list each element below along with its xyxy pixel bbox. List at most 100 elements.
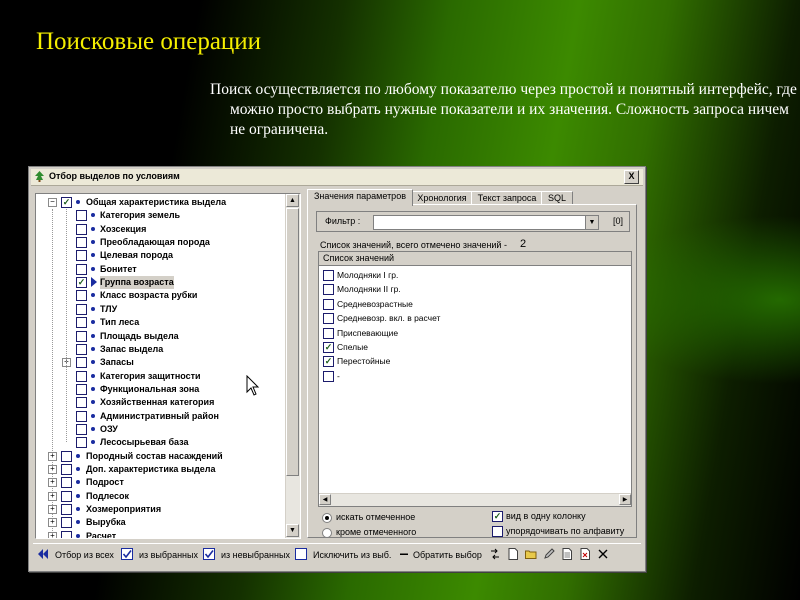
- checkbox-unchecked[interactable]: [76, 357, 87, 369]
- checkbox-checked[interactable]: ✓: [492, 511, 503, 522]
- checkbox-unchecked[interactable]: [61, 450, 72, 462]
- checkbox-unchecked[interactable]: [76, 410, 87, 422]
- checkbox-unchecked[interactable]: [76, 370, 87, 382]
- checkbox-unchecked[interactable]: [76, 317, 87, 329]
- checkbox-unchecked[interactable]: [76, 303, 87, 315]
- checkbox-unchecked[interactable]: [61, 490, 72, 502]
- checkbox-unchecked[interactable]: [76, 437, 87, 449]
- filter-combo[interactable]: ▼: [373, 215, 599, 230]
- tree-node-child[interactable]: Площадь выдела: [36, 330, 284, 343]
- tree-node-child[interactable]: Тип леса: [36, 316, 284, 329]
- checkbox-unchecked[interactable]: [61, 464, 72, 475]
- minus-icon[interactable]: [398, 548, 410, 560]
- checkbox-unchecked[interactable]: [76, 343, 87, 355]
- checkbox-unchecked[interactable]: [76, 237, 87, 249]
- checkbox-unchecked[interactable]: [76, 263, 87, 275]
- tree-node-child[interactable]: ОЗУ: [36, 423, 284, 436]
- invert-label[interactable]: Обратить выбор: [413, 550, 482, 560]
- tab-values[interactable]: Значения параметров: [307, 189, 413, 206]
- tree-node-child[interactable]: Преобладающая порода: [36, 236, 284, 249]
- checkbox-unchecked[interactable]: [76, 210, 87, 222]
- close-icon[interactable]: [597, 548, 609, 560]
- checkbox-unchecked[interactable]: [61, 517, 72, 529]
- checkbox-unchecked[interactable]: [323, 270, 334, 281]
- checkbox-unchecked[interactable]: [76, 250, 87, 262]
- exclude-label[interactable]: Исключить из выб.: [313, 550, 391, 560]
- scroll-down-icon[interactable]: ▼: [286, 524, 299, 537]
- scroll-right-icon[interactable]: ▶: [619, 494, 631, 505]
- tab-query-text[interactable]: Текст запроса: [471, 191, 543, 205]
- checkbox-unchecked[interactable]: [61, 477, 72, 489]
- new-document-icon[interactable]: [507, 548, 519, 560]
- double-arrow-left-icon[interactable]: [37, 548, 49, 560]
- list-hscrollbar[interactable]: ◀ ▶: [319, 493, 631, 506]
- scroll-left-icon[interactable]: ◀: [319, 494, 331, 505]
- chevron-down-icon[interactable]: ▼: [585, 216, 598, 229]
- delete-document-icon[interactable]: [579, 548, 591, 560]
- expand-icon[interactable]: +: [48, 518, 57, 528]
- tree-node-group[interactable]: + Вырубка: [36, 516, 284, 529]
- checkbox-unchecked[interactable]: [76, 423, 87, 435]
- collapse-icon[interactable]: −: [48, 198, 57, 207]
- checkbox-checked[interactable]: ✓: [61, 197, 72, 208]
- checkbox-unchecked[interactable]: [61, 504, 72, 516]
- tree-node-child[interactable]: Хозяйственная категория: [36, 396, 284, 409]
- tree-node-child[interactable]: ТЛУ: [36, 303, 284, 316]
- tree-node-group[interactable]: + Расчет: [36, 530, 284, 538]
- checkbox-unchecked[interactable]: [323, 313, 334, 325]
- tree-node-child[interactable]: Хозсекция: [36, 223, 284, 236]
- empty-box-icon[interactable]: [295, 548, 307, 560]
- open-folder-icon[interactable]: [525, 548, 537, 560]
- checkbox-checked[interactable]: ✓: [323, 356, 334, 368]
- window-titlebar[interactable]: Отбор выделов по условиям X: [31, 169, 643, 186]
- checkbox-checked[interactable]: ✓: [323, 342, 334, 353]
- checkbox-unchecked[interactable]: [76, 223, 87, 235]
- select-all-label[interactable]: Отбор из всех: [55, 550, 114, 560]
- tree-node-group[interactable]: + Подрост: [36, 476, 284, 489]
- swap-icon[interactable]: [489, 548, 501, 560]
- tree-node-group[interactable]: + Доп. характеристика выдела: [36, 463, 284, 476]
- checkbox-unchecked[interactable]: [323, 284, 334, 296]
- from-unselected-label[interactable]: из невыбранных: [221, 550, 290, 560]
- select-checked-icon[interactable]: [121, 548, 133, 560]
- radio-off[interactable]: [322, 528, 332, 538]
- scroll-thumb[interactable]: [286, 208, 299, 476]
- tree-node-child[interactable]: Бонитет: [36, 263, 284, 276]
- tree-node-child[interactable]: ✓ Группа возраста: [36, 276, 284, 290]
- tree-node-child[interactable]: Категория земель: [36, 209, 284, 222]
- checkbox-unchecked[interactable]: [76, 290, 87, 302]
- expand-icon[interactable]: +: [48, 451, 57, 461]
- checkbox-unchecked[interactable]: [323, 370, 334, 382]
- tree-scrollbar[interactable]: ▲ ▼: [285, 194, 300, 538]
- close-button[interactable]: X: [624, 170, 639, 184]
- tree-node-child[interactable]: Лесосырьевая база: [36, 436, 284, 449]
- radio-on[interactable]: [322, 513, 332, 523]
- scroll-up-icon[interactable]: ▲: [286, 194, 299, 207]
- tree-node-group[interactable]: + Породный состав насаждений: [36, 450, 284, 463]
- checkbox-unchecked[interactable]: [492, 526, 503, 537]
- expand-icon[interactable]: +: [48, 491, 57, 501]
- expand-icon[interactable]: +: [48, 478, 57, 488]
- tree-node-group[interactable]: + Подлесок: [36, 490, 284, 503]
- checkbox-unchecked[interactable]: [76, 383, 87, 395]
- expand-icon[interactable]: +: [48, 465, 57, 474]
- tab-chronology[interactable]: Хронология: [411, 191, 473, 205]
- tab-sql[interactable]: SQL: [541, 191, 573, 205]
- tree-node-child[interactable]: Класс возраста рубки: [36, 289, 284, 302]
- expand-icon[interactable]: +: [48, 505, 57, 515]
- tree-node-child[interactable]: Административный район: [36, 410, 284, 423]
- expand-icon[interactable]: +: [48, 531, 57, 538]
- checkbox-unchecked[interactable]: [61, 530, 72, 538]
- from-selected-label[interactable]: из выбранных: [139, 550, 198, 560]
- checked-box-icon[interactable]: [203, 548, 215, 560]
- tree-node-child[interactable]: Целевая порода: [36, 249, 284, 262]
- tree-node-group[interactable]: + Хозмероприятия: [36, 503, 284, 516]
- checkbox-unchecked[interactable]: [323, 327, 334, 339]
- checkbox-unchecked[interactable]: [76, 397, 87, 409]
- checkbox-checked[interactable]: ✓: [76, 277, 87, 289]
- tree-node-child[interactable]: + Запасы: [36, 356, 284, 369]
- edit-icon[interactable]: [543, 548, 555, 560]
- tree-node-root[interactable]: − ✓ Общая характеристика выдела: [36, 196, 284, 209]
- tree-node-child[interactable]: Запас выдела: [36, 343, 284, 356]
- checkbox-unchecked[interactable]: [76, 330, 87, 342]
